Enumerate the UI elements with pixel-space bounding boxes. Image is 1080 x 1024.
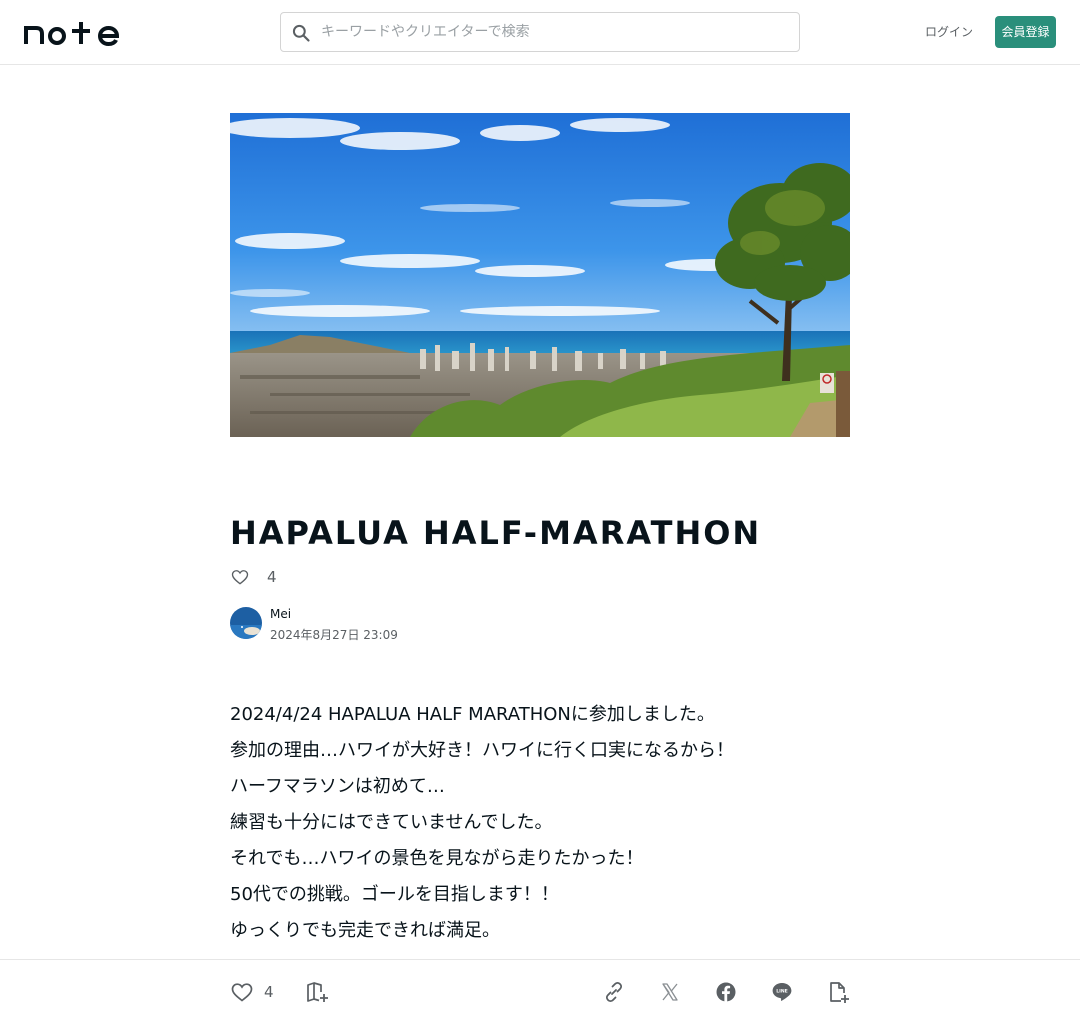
- like-count: 4: [267, 568, 277, 586]
- like-button[interactable]: 4: [230, 980, 274, 1004]
- body-line: 2024/4/24 HAPALUA HALF MARATHONに参加しました。: [230, 704, 715, 725]
- svg-text:LINE: LINE: [776, 989, 788, 995]
- publish-date: 2024年8月27日 23:09: [270, 628, 398, 642]
- body-line: 練習も十分にはできていませんでした。: [230, 812, 553, 833]
- article-title: HAPALUA HALF-MARATHON: [230, 514, 762, 552]
- article-body: 2024/4/24 HAPALUA HALF MARATHONに参加しました。 …: [230, 697, 850, 985]
- note-logo[interactable]: [24, 18, 122, 46]
- note-add-icon[interactable]: [826, 980, 850, 1004]
- search-input[interactable]: [321, 13, 791, 51]
- search-icon: [292, 24, 310, 42]
- login-button[interactable]: ログイン: [922, 20, 976, 44]
- body-line: ゆっくりでも完走できれば満足。: [230, 920, 500, 941]
- author-name[interactable]: Mei: [270, 607, 291, 621]
- facebook-icon[interactable]: [714, 980, 738, 1004]
- body-line: ハーフマラソンは初めて…: [230, 776, 445, 797]
- hero-image: [230, 113, 850, 437]
- heart-icon[interactable]: [230, 567, 250, 587]
- line-icon[interactable]: LINE: [770, 980, 794, 1004]
- signup-button[interactable]: 会員登録: [995, 16, 1056, 48]
- body-line: それでも…ハワイの景色を見ながら走りたかった！: [230, 848, 644, 869]
- body-line: 参加の理由…ハワイが大好き！ハワイに行く口実になるから！: [230, 740, 734, 761]
- link-icon[interactable]: [602, 980, 626, 1004]
- search-box[interactable]: [280, 12, 800, 52]
- avatar[interactable]: [230, 607, 262, 639]
- x-icon[interactable]: [658, 980, 682, 1004]
- heart-icon[interactable]: [230, 980, 254, 1004]
- article-action-bar: 4 LINE: [0, 959, 1080, 1024]
- magazine-add-icon[interactable]: [305, 980, 329, 1004]
- like-count: 4: [264, 983, 274, 1001]
- body-line: 50代での挑戦。ゴールを目指します！！: [230, 884, 559, 905]
- site-header: ログイン 会員登録: [0, 0, 1080, 65]
- like-summary[interactable]: 4: [230, 566, 277, 588]
